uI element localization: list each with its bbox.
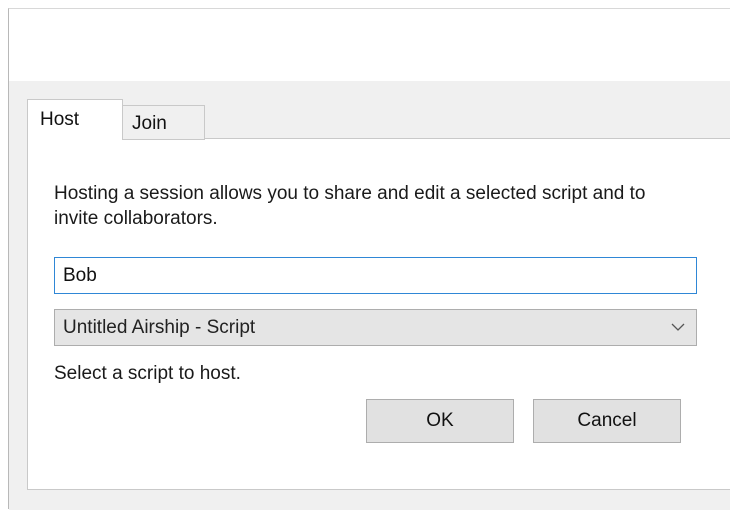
tab-join[interactable]: Join	[122, 105, 205, 140]
tab-join-label: Join	[132, 113, 167, 134]
host-description: Hosting a session allows you to share an…	[54, 183, 646, 229]
dialog-header	[9, 9, 730, 81]
ok-button[interactable]: OK	[366, 399, 514, 443]
tab-host[interactable]: Host	[27, 99, 123, 139]
ok-button-label: OK	[426, 410, 454, 431]
tab-host-label: Host	[40, 109, 80, 130]
script-select[interactable]: Untitled Airship - Script	[54, 309, 697, 346]
host-join-dialog: Host Join Hosting a session allows you t…	[8, 8, 730, 510]
dialog-body: Host Join Hosting a session allows you t…	[9, 81, 730, 510]
name-input[interactable]	[54, 257, 697, 294]
chevron-down-icon	[670, 319, 686, 335]
cancel-button[interactable]: Cancel	[533, 399, 681, 443]
host-tab-panel: Hosting a session allows you to share an…	[27, 138, 730, 490]
script-select-value: Untitled Airship - Script	[63, 317, 256, 338]
cancel-button-label: Cancel	[577, 410, 637, 431]
select-script-hint: Select a script to host.	[54, 363, 241, 384]
